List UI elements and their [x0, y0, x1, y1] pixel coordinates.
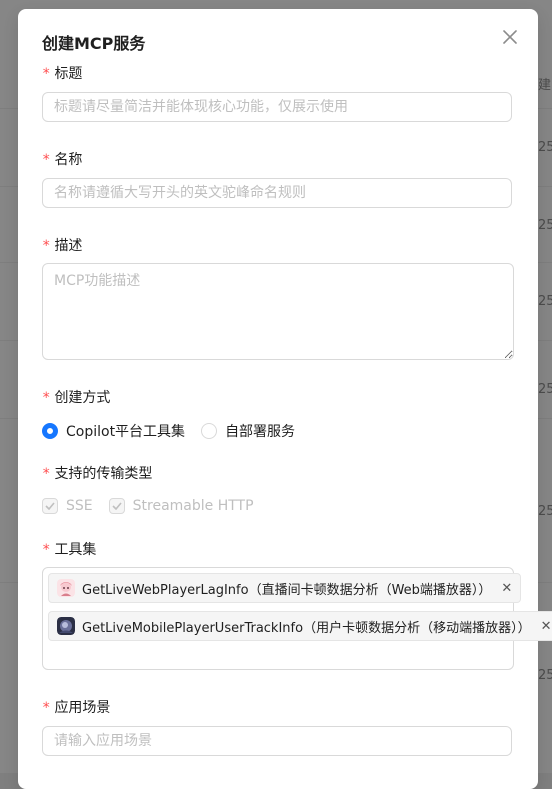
name-label-text: 名称: [54, 152, 83, 168]
scenario-label: * 应用场景: [42, 697, 110, 717]
title-label-text: 标题: [54, 66, 83, 82]
required-mark: *: [42, 152, 51, 168]
toolset-select[interactable]: GetLiveWebPlayerLagInfo（直播间卡顿数据分析（Web端播放…: [42, 567, 552, 670]
close-icon[interactable]: [500, 27, 520, 47]
checkbox-sse: SSE: [42, 498, 93, 514]
create-mcp-modal: 创建MCP服务 *标题 *名称 *描述 *创建方式 Copilot平台工具集 自…: [18, 9, 552, 789]
name-input[interactable]: [42, 178, 512, 208]
tool-tag: GetLiveWebPlayerLagInfo（直播间卡顿数据分析（Web端播放…: [48, 573, 522, 603]
description-textarea[interactable]: [42, 263, 514, 360]
title-input[interactable]: [42, 92, 512, 122]
radio-label: Copilot平台工具集: [66, 424, 186, 440]
dark-avatar-icon: [57, 617, 75, 635]
transport-label-text: 支持的传输类型: [54, 466, 153, 482]
anime-avatar-icon: [57, 579, 75, 597]
transport-label: * 支持的传输类型: [42, 463, 152, 483]
required-mark: *: [42, 466, 51, 482]
radio-checked-icon[interactable]: [42, 423, 58, 439]
toolset-label: * 工具集: [42, 539, 96, 559]
checkbox-label: SSE: [66, 498, 93, 514]
create-method-radio-group: Copilot平台工具集 自部署服务: [42, 421, 311, 441]
required-mark: *: [42, 238, 51, 254]
radio-unchecked-icon[interactable]: [201, 423, 218, 439]
title-label: * 标题: [42, 63, 82, 83]
tool-tag-label: GetLiveWebPlayerLagInfo（直播间卡顿数据分析（Web端播放…: [82, 582, 492, 598]
radio-copilot-toolset[interactable]: Copilot平台工具集: [42, 421, 185, 441]
tool-tag-label: GetLiveMobilePlayerUserTrackInfo（用户卡顿数据分…: [82, 620, 531, 636]
checkmark-icon: [108, 498, 125, 514]
required-mark: *: [42, 700, 51, 716]
description-label: * 描述: [42, 235, 82, 255]
create-method-label-text: 创建方式: [54, 390, 111, 406]
radio-label: 自部署服务: [225, 424, 296, 440]
description-label-text: 描述: [54, 238, 83, 254]
scenario-label-text: 应用场景: [54, 700, 111, 716]
tag-close-icon[interactable]: ✕: [541, 619, 552, 634]
checkmark-icon: [42, 498, 58, 514]
tool-tag: GetLiveMobilePlayerUserTrackInfo（用户卡顿数据分…: [48, 611, 552, 641]
modal-title: 创建MCP服务: [42, 34, 146, 53]
toolset-label-text: 工具集: [54, 542, 97, 558]
checkbox-label: Streamable HTTP: [132, 498, 254, 514]
required-mark: *: [42, 542, 51, 558]
name-label: * 名称: [42, 149, 82, 169]
create-method-label: * 创建方式: [42, 387, 110, 407]
checkbox-streamable-http: Streamable HTTP: [108, 498, 254, 514]
transport-checkbox-group: SSE Streamable HTTP: [42, 498, 270, 514]
required-mark: *: [42, 66, 51, 82]
scenario-input[interactable]: [42, 726, 512, 756]
tag-close-icon[interactable]: ✕: [501, 581, 512, 596]
required-mark: *: [42, 390, 51, 406]
radio-self-hosted[interactable]: 自部署服务: [201, 421, 295, 441]
